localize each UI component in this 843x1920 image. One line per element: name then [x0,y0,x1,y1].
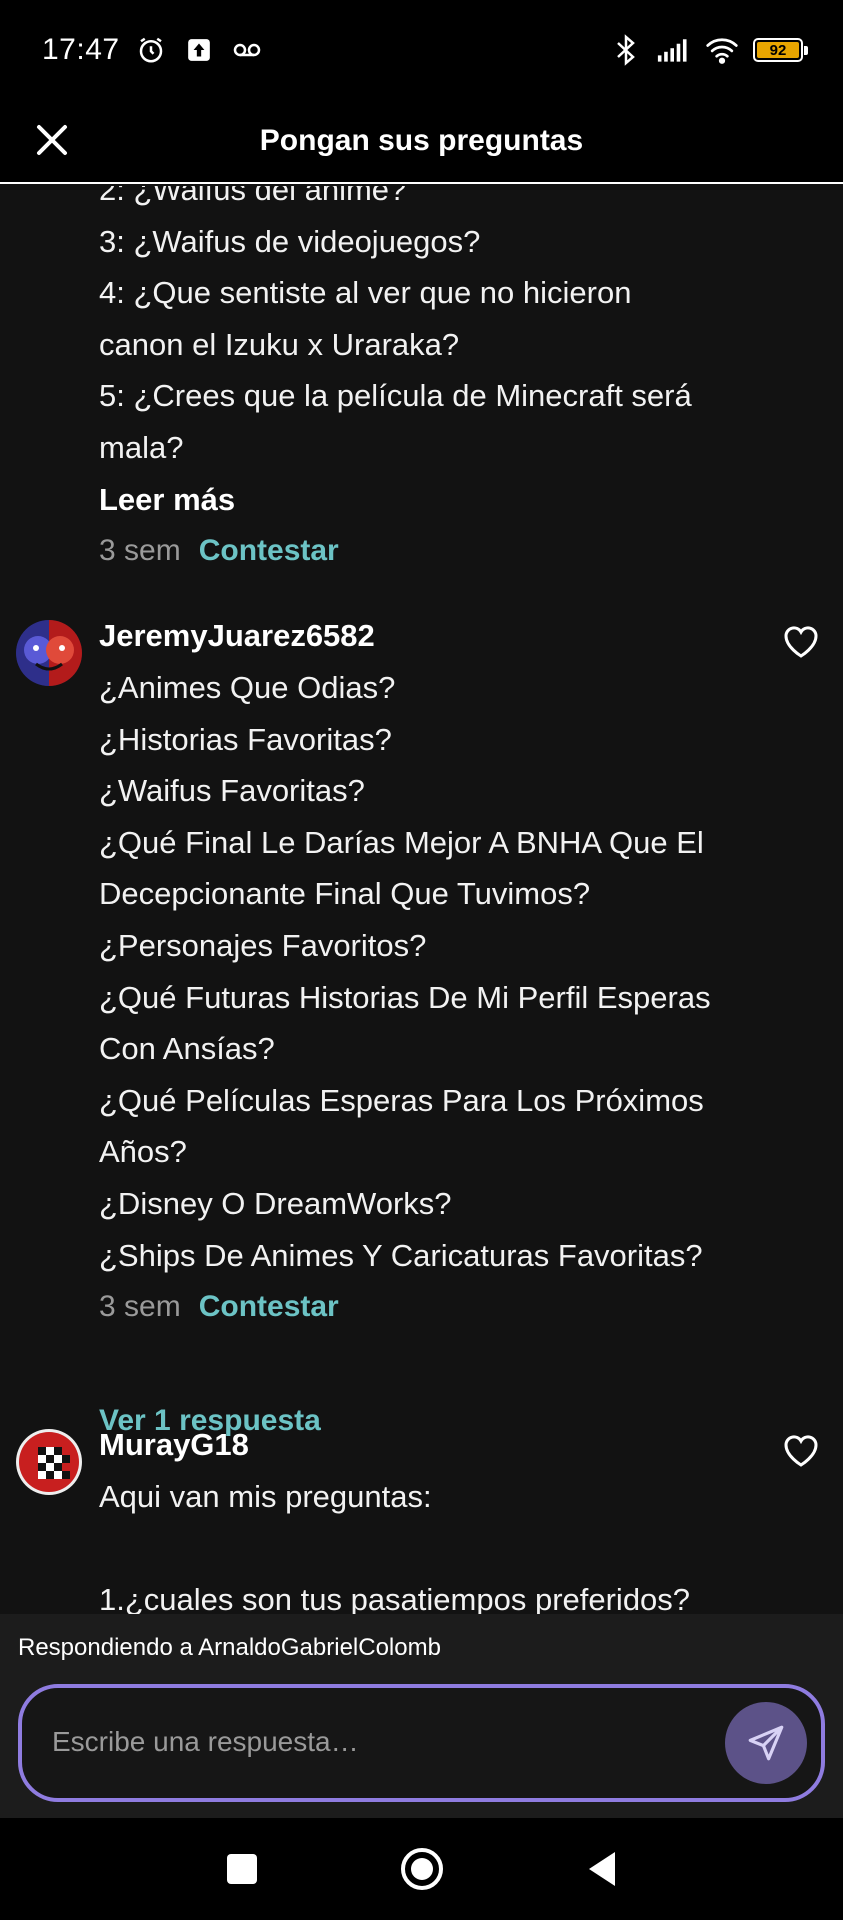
avatar[interactable] [16,620,82,686]
comment-line: ¿Animes Que Odias? [99,670,396,705]
screen: 17:47 92 Pongan sus preguntas 2: ¿Waifus… [0,0,843,1920]
reply-input-wrapper [18,1684,825,1802]
wifi-icon [705,33,739,67]
comment-line: 5: ¿Crees que la película de Minecraft s… [99,378,692,414]
send-button[interactable] [725,1702,807,1784]
comment-meta: 3 sem Contestar [99,1281,739,1333]
comment-line: 4: ¿Que sentiste al ver que no hicieron [99,275,632,311]
heart-icon [784,626,818,658]
voicemail-icon [230,33,264,67]
app-header: Pongan sus preguntas [0,100,843,184]
recents-button[interactable] [212,1839,272,1899]
comment-line: ¿Disney O DreamWorks? [99,1185,452,1221]
comment-line: 2: ¿Waifus del anime? [99,186,407,207]
send-icon [748,1725,784,1761]
battery-icon: 92 [753,38,808,62]
comments-feed[interactable]: 2: ¿Waifus del anime? 3: ¿Waifus de vide… [0,186,843,1614]
like-button[interactable] [781,622,821,662]
close-icon [37,125,67,155]
comment-time: 3 sem [99,534,181,568]
reply-button[interactable]: Contestar [199,525,339,577]
comment-line: Con Ansías? [99,1031,275,1067]
comment-line: ¿Personajes Favoritos? [99,927,427,963]
home-icon [400,1848,443,1890]
comment-time: 3 sem [99,1290,181,1324]
comment-line: Aqui van mis preguntas: [99,1479,432,1514]
avatar[interactable] [16,1429,82,1495]
comment-line: mala? [99,429,184,465]
signal-icon [657,33,691,67]
battery-level: 92 [757,42,799,59]
comment-line: ¿Qué Futuras Historias De Mi Perfil Espe… [99,979,711,1015]
bluetooth-icon [609,33,643,67]
alarm-icon [134,33,168,67]
comment-line: ¿Historias Favoritas? [99,721,392,757]
comment-line: Años? [99,1134,187,1170]
username[interactable]: MurayG18 [99,1427,249,1463]
comment-line: ¿Waifus Favoritas? [99,773,365,809]
reply-button[interactable]: Contestar [199,1281,339,1333]
like-button[interactable] [781,1431,821,1471]
back-icon [588,1852,615,1886]
comment-line: ¿Ships De Animes Y Caricaturas Favoritas… [99,1237,703,1273]
status-bar: 17:47 92 [0,0,843,100]
system-nav-bar [0,1818,843,1920]
home-button[interactable] [392,1839,452,1899]
replying-to-label: Respondiendo a ArnaldoGabrielColomb [18,1634,441,1661]
read-more-link[interactable]: Leer más [99,474,739,526]
status-right: 92 [609,33,808,67]
avatar-image [16,1429,82,1495]
comment-line: ¿Qué Final Le Darías Mejor A BNHA Que El [99,824,704,860]
reply-input[interactable] [52,1716,732,1768]
comment-body: ¿Animes Que Odias? ¿Historias Favoritas?… [99,662,739,1333]
upload-icon [182,33,216,67]
comment-line: Decepcionante Final Que Tuvimos? [99,876,591,912]
comment-body: Aqui van mis preguntas: 1.¿cuales son tu… [99,1471,739,1614]
recents-icon [226,1854,257,1884]
comment-line: ¿Qué Películas Esperas Para Los Próximos [99,1082,704,1118]
status-time: 17:47 [42,33,120,66]
heart-icon [784,1435,818,1467]
reply-composer: Respondiendo a ArnaldoGabrielColomb [0,1614,843,1818]
comment-line: canon el Izuku x Uraraka? [99,326,460,362]
comment-body: 2: ¿Waifus del anime? 3: ¿Waifus de vide… [99,186,739,577]
comment-line [99,1523,739,1575]
page-title: Pongan sus preguntas [259,124,584,157]
comment-line: 3: ¿Waifus de videojuegos? [99,223,481,259]
back-button[interactable] [572,1839,632,1899]
comment-line: 1.¿cuales son tus pasatiempos preferidos… [99,1582,691,1614]
username[interactable]: JeremyJuarez6582 [99,618,375,654]
avatar-image [16,620,82,686]
close-button[interactable] [30,118,74,162]
status-left: 17:47 [42,33,264,67]
comment-meta: 3 sem Contestar [99,525,739,577]
